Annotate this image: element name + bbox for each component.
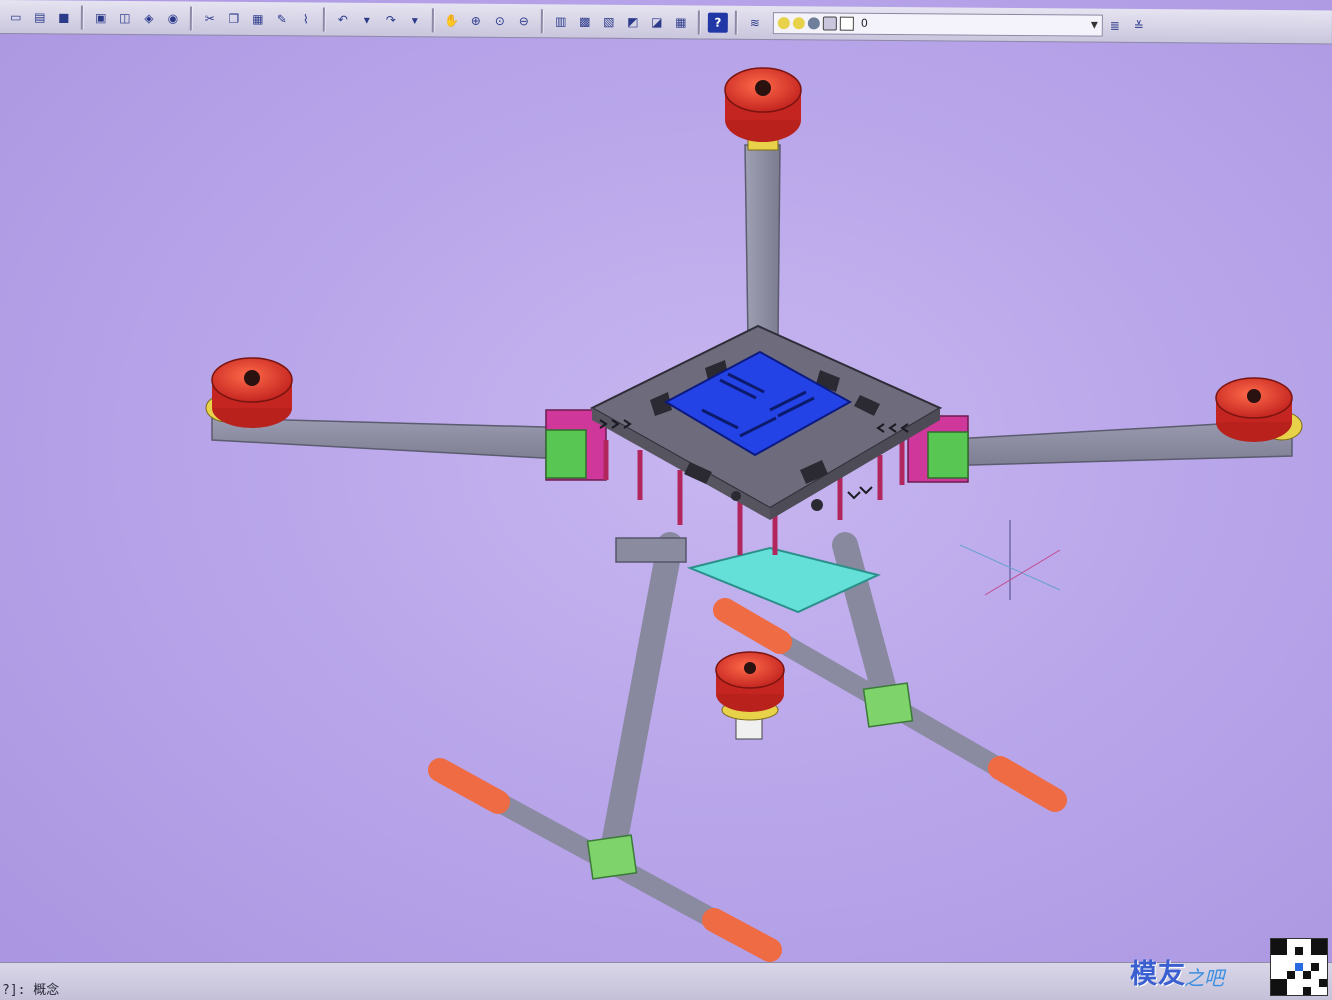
landing-gear <box>428 532 1067 962</box>
arm-bracket-left <box>545 429 587 479</box>
qr-code-icon <box>1270 938 1328 996</box>
watermark-logo: 模友 之吧 <box>1130 952 1224 991</box>
redo-dropdown-icon[interactable]: ▾ <box>405 10 425 30</box>
skid-cap <box>988 756 1067 812</box>
layer-manager-icon[interactable]: ≋ <box>745 12 765 32</box>
arm-bracket-right <box>927 431 969 479</box>
pan-icon[interactable]: ✋ <box>442 10 462 30</box>
landing-leg-left <box>599 532 683 868</box>
motor-shaft <box>1247 389 1261 403</box>
properties-icon[interactable]: ▥ <box>551 11 571 31</box>
layer-freeze-icon[interactable] <box>792 16 805 29</box>
motor-shaft <box>744 662 756 674</box>
cut-icon[interactable]: ✂ <box>200 8 220 28</box>
save-icon[interactable]: ■ <box>54 7 74 27</box>
plot-icon[interactable]: ◉ <box>163 8 183 28</box>
layer-previous-icon[interactable]: ≚ <box>1129 15 1149 35</box>
undo-dropdown-icon[interactable]: ▾ <box>357 9 377 29</box>
publish-icon[interactable]: ◈ <box>139 8 159 28</box>
toolbar-separator <box>80 5 84 30</box>
match-icon[interactable]: ✎ <box>272 9 292 29</box>
arm-top <box>744 144 781 341</box>
preview-icon[interactable]: ◫ <box>115 7 135 27</box>
toolbar-separator <box>189 5 193 31</box>
design-center-icon[interactable]: ▩ <box>575 11 595 31</box>
redo-icon[interactable]: ↷ <box>381 9 401 29</box>
layer-viewport-icon[interactable] <box>807 16 820 29</box>
skid-cap <box>713 598 792 654</box>
skid-cap <box>702 908 782 962</box>
layer-name: 0 <box>860 16 868 30</box>
chevron-down-icon[interactable]: ▼ <box>1091 20 1098 30</box>
make-object-layer-current-icon[interactable]: ≣ <box>1105 15 1125 35</box>
copy-icon[interactable]: ❐ <box>224 8 244 28</box>
zoom-realtime-icon[interactable]: ⊕ <box>466 10 486 30</box>
motor-right <box>1215 377 1303 442</box>
motor-rear <box>715 651 785 740</box>
print-icon[interactable]: ▣ <box>91 7 111 27</box>
sheet-set-icon[interactable]: ◩ <box>623 11 643 31</box>
camera-mount-bar <box>615 537 687 563</box>
layer-lock-icon[interactable] <box>822 15 837 31</box>
layer-color-icon[interactable] <box>839 16 854 31</box>
paste-icon[interactable]: ▦ <box>248 8 268 28</box>
tool-palette-icon[interactable]: ▧ <box>599 11 619 31</box>
layer-dropdown[interactable]: 0 ▼ <box>772 11 1103 37</box>
toolbar-separator <box>431 7 435 32</box>
toolbar-separator <box>540 8 544 33</box>
match-properties-icon[interactable]: ⌇ <box>296 9 316 29</box>
motor-shaft <box>755 80 771 96</box>
toolbar-separator <box>734 10 738 35</box>
motor-shaft <box>244 370 260 386</box>
toolbar-separator <box>697 9 701 35</box>
watermark-text: 模友 <box>1130 959 1186 990</box>
motor-front <box>724 67 802 151</box>
toolbar-separator <box>322 7 326 32</box>
command-prompt[interactable]: ?]: 概念 <box>2 979 59 998</box>
zoom-previous-icon[interactable]: ⊖ <box>514 11 534 31</box>
skid-connector <box>586 834 638 880</box>
skid-cap <box>428 758 510 814</box>
watermark-sub: 之吧 <box>1184 966 1224 990</box>
motor-left <box>205 357 293 428</box>
open-icon[interactable]: ▤ <box>30 7 50 27</box>
undo-icon[interactable]: ↶ <box>333 9 353 29</box>
calculator-icon[interactable]: ▦ <box>671 12 691 32</box>
drawing-viewport[interactable] <box>0 36 1332 962</box>
new-icon[interactable]: ▭ <box>6 7 26 27</box>
skid-connector <box>862 682 914 728</box>
layer-on-icon[interactable] <box>777 16 790 29</box>
ucs-icon <box>959 520 1061 600</box>
zoom-window-icon[interactable]: ⊙ <box>490 10 510 30</box>
markup-icon[interactable]: ◪ <box>647 12 667 32</box>
help-icon[interactable]: ? <box>707 12 728 33</box>
